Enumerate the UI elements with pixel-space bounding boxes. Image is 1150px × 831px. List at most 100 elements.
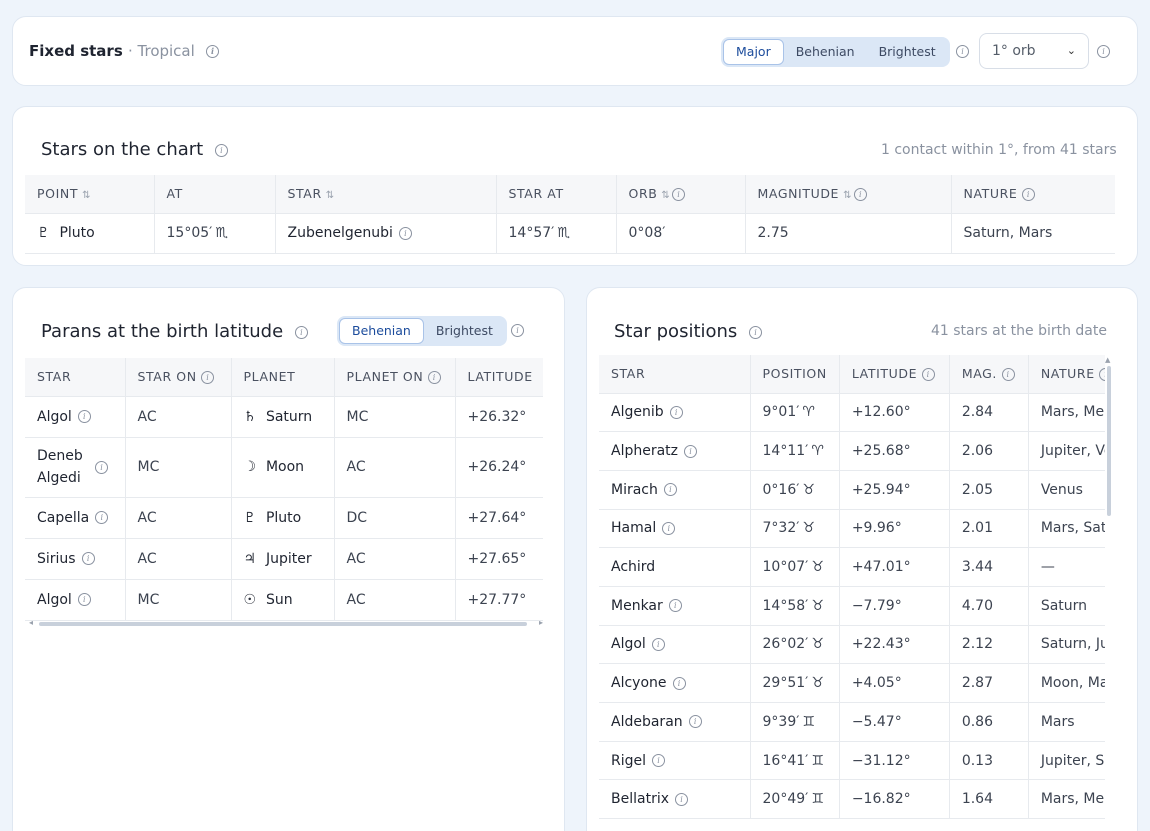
info-icon[interactable]: i xyxy=(854,188,868,202)
info-icon[interactable]: i xyxy=(684,444,698,458)
col-at: AT xyxy=(153,175,275,214)
mag-cell: 2.87 xyxy=(948,663,1029,703)
parans-table-scroll[interactable]: STAR STAR ON i PLANET PLANET ON i LATITU… xyxy=(25,358,543,623)
info-icon[interactable]: i xyxy=(214,143,228,157)
nature-cell: Jupiter, Saturn xyxy=(1027,741,1105,781)
table-row: Sirius i AC ♃ Jupiter AC +27.65° xyxy=(25,538,543,580)
star-positions-table-scroll[interactable]: STAR POSITION LATITUDE i MAG. i NATURE i… xyxy=(599,355,1105,831)
tab-behenian[interactable]: Behenian xyxy=(784,39,867,65)
scroll-right-icon[interactable]: ▸ xyxy=(539,618,543,627)
position-cell: 9°01′ ♈ xyxy=(749,393,840,433)
stars-on-chart-title-text: Stars on the chart xyxy=(41,139,204,160)
latitude-cell: −5.47° xyxy=(838,702,950,742)
sun-glyph-icon: ☉ xyxy=(243,591,257,608)
taurus-icon: ♉ xyxy=(811,597,824,614)
page-title: Fixed stars · Tropical i xyxy=(29,42,220,60)
info-icon[interactable]: i xyxy=(1001,368,1015,382)
info-icon[interactable]: i xyxy=(672,188,686,202)
tab-brightest[interactable]: Brightest xyxy=(867,39,948,65)
col-point[interactable]: POINT ⇅ xyxy=(25,175,154,214)
col-nature: NATURE i xyxy=(950,175,1115,214)
info-icon[interactable]: i xyxy=(1099,368,1105,382)
star-positions-card: Star positions i 41 stars at the birth d… xyxy=(586,287,1138,831)
mag-cell: 2.84 xyxy=(948,393,1029,433)
position-cell: 14°58′ ♉ xyxy=(749,586,840,626)
taurus-icon: ♉ xyxy=(811,636,824,653)
star-cell: Hamal i xyxy=(599,509,750,549)
sort-icon[interactable]: ⇅ xyxy=(661,190,670,201)
tab-behenian[interactable]: Behenian xyxy=(339,318,424,344)
scroll-left-icon[interactable]: ◂ xyxy=(29,618,33,627)
vertical-scrollbar[interactable]: ▲ xyxy=(1105,356,1112,831)
latitude-cell: −7.79° xyxy=(838,586,950,626)
col-mag: MAG. i xyxy=(948,355,1029,394)
star-on-cell: AC xyxy=(124,396,231,438)
sort-icon[interactable]: ⇅ xyxy=(82,190,91,201)
table-row: Menkar i 14°58′ ♉ −7.79° 4.70 Saturn xyxy=(599,586,1105,626)
mag-cell: 2.12 xyxy=(948,625,1029,665)
orb-select-value: 1° orb xyxy=(992,43,1036,59)
info-icon[interactable]: i xyxy=(95,511,109,524)
planet-cell: ☽ Moon xyxy=(230,437,334,498)
parans-card: Parans at the birth latitude i Behenian … xyxy=(12,287,565,831)
planet-on-cell: AC xyxy=(333,437,455,498)
taurus-icon: ♉ xyxy=(811,675,824,692)
info-icon[interactable]: i xyxy=(672,676,686,690)
info-icon[interactable]: i xyxy=(201,371,215,385)
info-icon[interactable]: i xyxy=(81,552,95,565)
info-icon[interactable]: i xyxy=(511,324,524,337)
nature-cell: Saturn xyxy=(1027,586,1105,626)
info-icon[interactable]: i xyxy=(294,325,308,339)
star-cell: Algenib i xyxy=(599,393,750,433)
info-icon[interactable]: i xyxy=(921,368,935,382)
scorpio-icon: ♏ xyxy=(557,225,570,241)
aries-icon: ♈ xyxy=(802,404,815,421)
info-icon[interactable]: i xyxy=(675,792,688,806)
scroll-up-icon[interactable]: ▲ xyxy=(1105,356,1110,364)
col-orb[interactable]: ORB ⇅ i xyxy=(615,175,745,214)
latitude-cell: +12.60° xyxy=(838,393,950,433)
parans-set-toggle: Behenian Brightest xyxy=(337,316,507,346)
star-cell: Algol i xyxy=(599,625,750,665)
tab-major[interactable]: Major xyxy=(723,39,784,65)
info-icon[interactable]: i xyxy=(663,483,677,497)
info-icon[interactable]: i xyxy=(77,593,91,606)
horizontal-scrollbar[interactable]: ◂ ▸ xyxy=(29,618,543,627)
scrollbar-thumb[interactable] xyxy=(1107,366,1111,516)
latitude-cell: −31.12° xyxy=(838,741,950,781)
info-icon[interactable]: i xyxy=(1097,45,1110,58)
latitude-cell: +27.64° xyxy=(454,497,543,539)
table-row: Rigeli16°41′♊−31.12°0.13Jupiter, Saturn xyxy=(599,741,1105,781)
tab-brightest[interactable]: Brightest xyxy=(424,318,505,344)
latitude-cell: +47.01° xyxy=(838,547,950,587)
sort-icon[interactable]: ⇅ xyxy=(326,190,335,201)
info-icon[interactable]: i xyxy=(1021,188,1035,202)
info-icon[interactable]: i xyxy=(398,226,412,240)
nature-cell: Moon, Mars xyxy=(1027,663,1105,703)
info-icon[interactable]: i xyxy=(427,371,441,385)
col-magnitude[interactable]: MAGNITUDE ⇅ i xyxy=(744,175,951,214)
info-icon[interactable]: i xyxy=(669,405,683,419)
info-icon[interactable]: i xyxy=(688,715,702,729)
scrollbar-thumb[interactable] xyxy=(39,622,527,626)
star-positions-title: Star positions i xyxy=(614,321,763,342)
star-cell: Aldebaran i xyxy=(599,702,750,742)
orb-cell: 0°08′ xyxy=(615,213,745,254)
col-star[interactable]: STAR ⇅ xyxy=(274,175,496,214)
info-icon[interactable]: i xyxy=(662,521,676,535)
info-icon[interactable]: i xyxy=(651,637,665,651)
latitude-cell: +9.96° xyxy=(838,509,950,549)
star-count-summary: 41 stars at the birth date xyxy=(931,323,1107,339)
col-position: POSITION xyxy=(749,355,840,394)
info-icon[interactable]: i xyxy=(668,599,682,613)
star-cell: Capella i xyxy=(25,497,125,539)
info-icon[interactable]: i xyxy=(956,45,969,58)
info-icon[interactable]: i xyxy=(206,45,220,58)
info-icon[interactable]: i xyxy=(77,410,91,423)
sort-icon[interactable]: ⇅ xyxy=(843,190,852,201)
info-icon[interactable]: i xyxy=(749,325,763,339)
info-icon[interactable]: i xyxy=(652,754,666,768)
orb-select[interactable]: 1° orb ⌄ xyxy=(979,33,1089,69)
table-row: Bellatrixi20°49′♊−16.82°1.64Mars, Mercur… xyxy=(599,779,1105,820)
info-icon[interactable]: i xyxy=(95,460,108,474)
